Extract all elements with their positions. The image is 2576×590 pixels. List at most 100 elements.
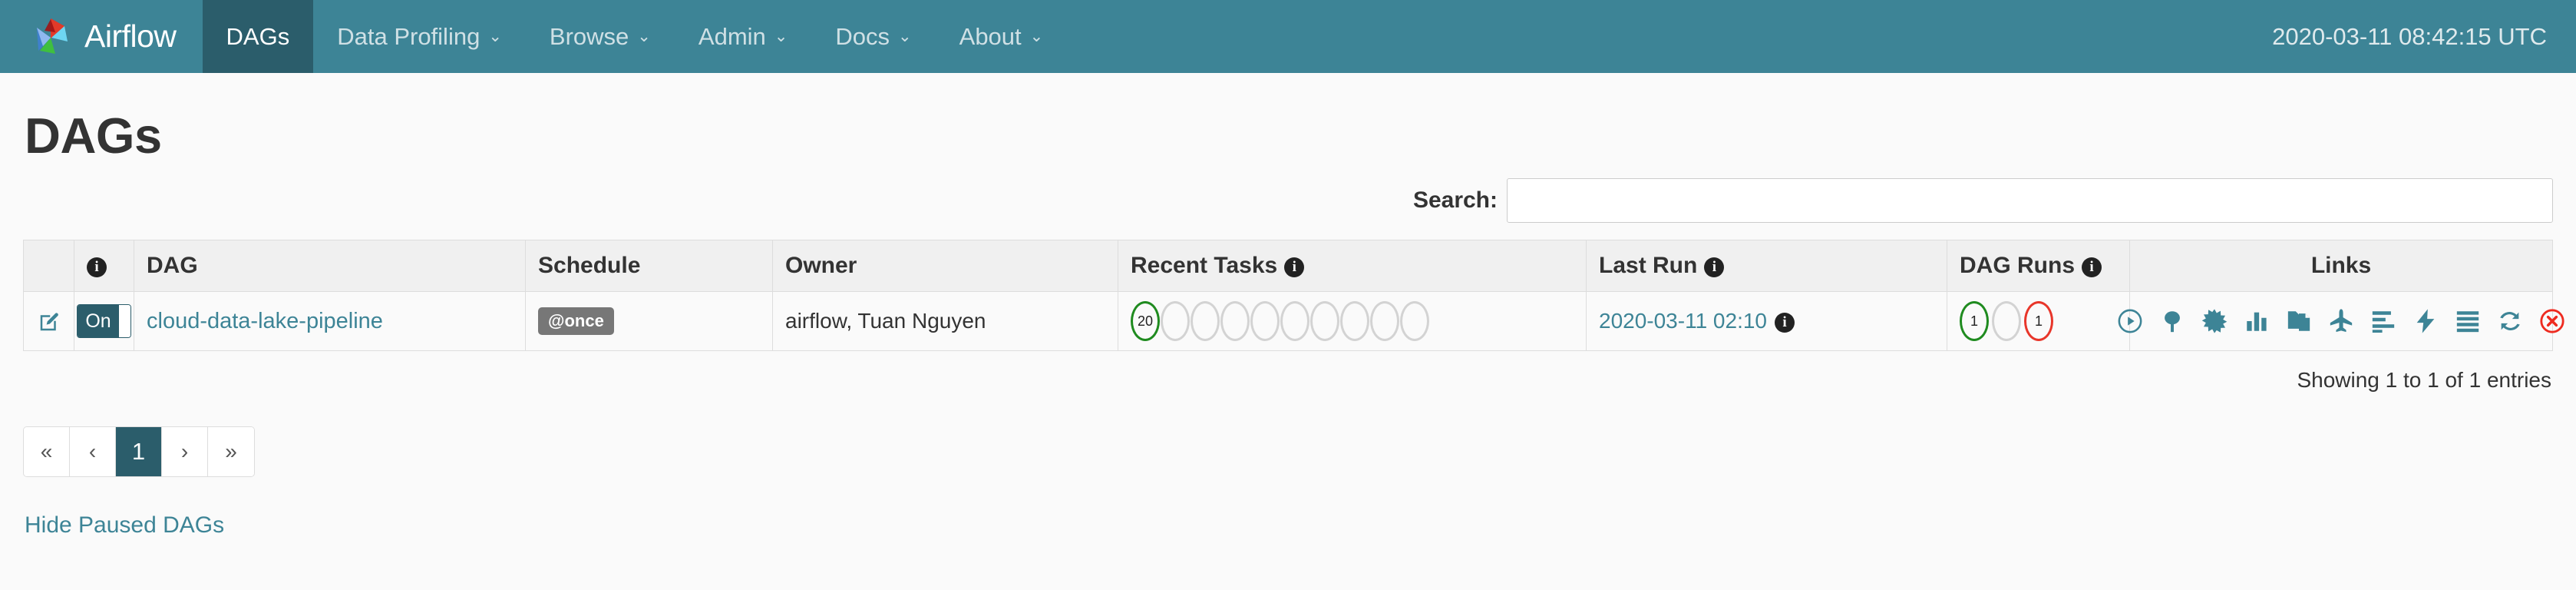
task-state-circle[interactable] xyxy=(1161,301,1190,341)
header-dag-runs: DAG Runs i xyxy=(1947,240,2130,292)
task-state-circle[interactable] xyxy=(1400,301,1429,341)
cell-links xyxy=(2118,291,2564,351)
dag-pause-toggle[interactable]: On xyxy=(77,304,131,338)
tree-view-icon[interactable] xyxy=(2159,308,2185,334)
delete-dag-icon[interactable] xyxy=(2539,308,2565,334)
table-header: i DAG Schedule Owner Recent Tasks i Last … xyxy=(23,240,2553,292)
nav-item-about[interactable]: About ⌄ xyxy=(936,0,1068,73)
prev-page-button[interactable]: ‹ xyxy=(70,427,116,476)
cell-schedule: @once xyxy=(525,291,773,351)
nav-item-label: Docs xyxy=(835,22,890,50)
header-schedule-label: Schedule xyxy=(538,253,641,278)
header-links: Links xyxy=(2129,240,2553,292)
page-title: DAGs xyxy=(25,108,162,164)
cell-edit xyxy=(23,291,74,351)
showing-entries: Showing 1 to 1 of 1 entries xyxy=(2297,368,2551,392)
dags-table: i DAG Schedule Owner Recent Tasks i Last … xyxy=(23,240,2564,351)
trigger-dag-icon[interactable] xyxy=(2117,308,2143,334)
brand-label: Airflow xyxy=(84,18,177,54)
utc-clock: 2020-03-11 08:42:15 UTC xyxy=(2272,22,2547,50)
table-row: On cloud-data-lake-pipeline @once airflo… xyxy=(23,291,2564,351)
cell-owner: airflow, Tuan Nguyen xyxy=(772,291,1118,351)
task-state-circle[interactable] xyxy=(1250,301,1280,341)
table-body: On cloud-data-lake-pipeline @once airflo… xyxy=(23,291,2564,351)
header-info: i xyxy=(74,240,134,292)
cell-last-run: 2020-03-11 02:10 i xyxy=(1586,291,1947,351)
nav-item-admin[interactable]: Admin ⌄ xyxy=(675,0,811,73)
task-duration-icon[interactable] xyxy=(2244,308,2270,334)
next-page-button[interactable]: › xyxy=(162,427,208,476)
info-circle-icon[interactable]: i xyxy=(2082,257,2102,277)
schedule-badge: @once xyxy=(538,307,614,335)
code-view-icon[interactable] xyxy=(2286,308,2312,334)
landing-times-icon[interactable] xyxy=(2328,308,2354,334)
graph-view-icon[interactable] xyxy=(2201,308,2228,334)
last-run-link[interactable]: 2020-03-11 02:10 xyxy=(1599,309,1767,333)
task-state-circle[interactable] xyxy=(1191,301,1220,341)
info-circle-icon[interactable]: i xyxy=(1284,257,1305,277)
nav-item-label: Admin xyxy=(698,22,766,50)
nav-item-docs[interactable]: Docs ⌄ xyxy=(811,0,935,73)
task-state-circle[interactable] xyxy=(1280,301,1309,341)
header-schedule[interactable]: Schedule xyxy=(525,240,773,292)
details-icon[interactable] xyxy=(2455,308,2481,334)
search-input[interactable] xyxy=(1507,178,2553,223)
info-circle-icon[interactable]: i xyxy=(1775,313,1795,333)
info-circle-icon[interactable]: i xyxy=(87,257,107,277)
nav-item-label: Data Profiling xyxy=(337,22,481,50)
header-dag-label: DAG xyxy=(147,253,198,278)
first-page-button[interactable]: « xyxy=(24,427,70,476)
hide-paused-dags-link[interactable]: Hide Paused DAGs xyxy=(25,512,2553,539)
brand-link[interactable]: Airflow xyxy=(0,0,203,73)
links-row xyxy=(2118,308,2564,334)
nav-item-dags[interactable]: DAGs xyxy=(202,0,314,73)
last-page-button[interactable]: » xyxy=(208,427,254,476)
info-circle-icon[interactable]: i xyxy=(1704,257,1725,277)
recent-tasks-circles: 20 xyxy=(1131,301,1574,341)
nav-item-label: DAGs xyxy=(226,22,290,50)
header-recent-tasks: Recent Tasks i xyxy=(1118,240,1587,292)
chevron-down-icon: ⌄ xyxy=(774,28,788,45)
header-links-label: Links xyxy=(2310,253,2372,278)
header-recent-tasks-label: Recent Tasks xyxy=(1131,253,1278,278)
chevron-down-icon: ⌄ xyxy=(1029,28,1044,45)
page-container: DAGs Search: i DAG Schedule Owner Recent… xyxy=(0,107,2576,539)
cell-pause-toggle: On xyxy=(74,291,134,351)
page-1-button[interactable]: 1 xyxy=(116,427,162,476)
header-dag-runs-label: DAG Runs xyxy=(1960,253,2075,278)
search-label: Search: xyxy=(1412,187,1498,213)
header-edit xyxy=(23,240,74,292)
refresh-icon[interactable] xyxy=(2497,308,2523,334)
search-row: Search: xyxy=(23,178,2553,223)
nav-items: DAGs Data Profiling ⌄ Browse ⌄ Admin ⌄ D… xyxy=(202,0,1068,73)
task-state-circle[interactable] xyxy=(1220,301,1250,341)
dag-run-circle-running[interactable] xyxy=(1992,301,2021,341)
dag-run-circle-failed[interactable]: 1 xyxy=(2024,301,2053,341)
chevron-down-icon: ⌄ xyxy=(488,28,502,45)
cell-dag: cloud-data-lake-pipeline xyxy=(134,291,526,351)
chevron-down-icon: ⌄ xyxy=(898,28,912,45)
pagination: « ‹ 1 › » xyxy=(23,426,255,477)
dag-id-link[interactable]: cloud-data-lake-pipeline xyxy=(147,309,383,333)
task-state-circle[interactable] xyxy=(1370,301,1399,341)
header-owner-label: Owner xyxy=(785,253,857,278)
nav-item-browse[interactable]: Browse ⌄ xyxy=(526,0,675,73)
header-last-run: Last Run i xyxy=(1586,240,1947,292)
table-header-row: i DAG Schedule Owner Recent Tasks i Last … xyxy=(23,240,2553,292)
airflow-pinwheel-logo xyxy=(29,15,72,58)
nav-item-data-profiling[interactable]: Data Profiling ⌄ xyxy=(313,0,526,73)
task-state-circle[interactable] xyxy=(1310,301,1339,341)
task-state-circle[interactable] xyxy=(1340,301,1369,341)
edit-pencil-square-icon[interactable] xyxy=(38,310,61,333)
toggle-knob xyxy=(118,305,130,337)
top-navbar: Airflow DAGs Data Profiling ⌄ Browse ⌄ A… xyxy=(0,0,2576,73)
tries-icon[interactable] xyxy=(2370,308,2396,334)
header-dag[interactable]: DAG xyxy=(134,240,526,292)
header-owner[interactable]: Owner xyxy=(772,240,1118,292)
header-last-run-label: Last Run xyxy=(1599,253,1698,278)
owner-text: airflow, Tuan Nguyen xyxy=(785,309,986,333)
nav-item-label: Browse xyxy=(549,22,629,50)
dag-run-circle-success[interactable]: 1 xyxy=(1960,301,1989,341)
gantt-view-icon[interactable] xyxy=(2413,308,2439,334)
task-state-circle[interactable]: 20 xyxy=(1131,301,1160,341)
